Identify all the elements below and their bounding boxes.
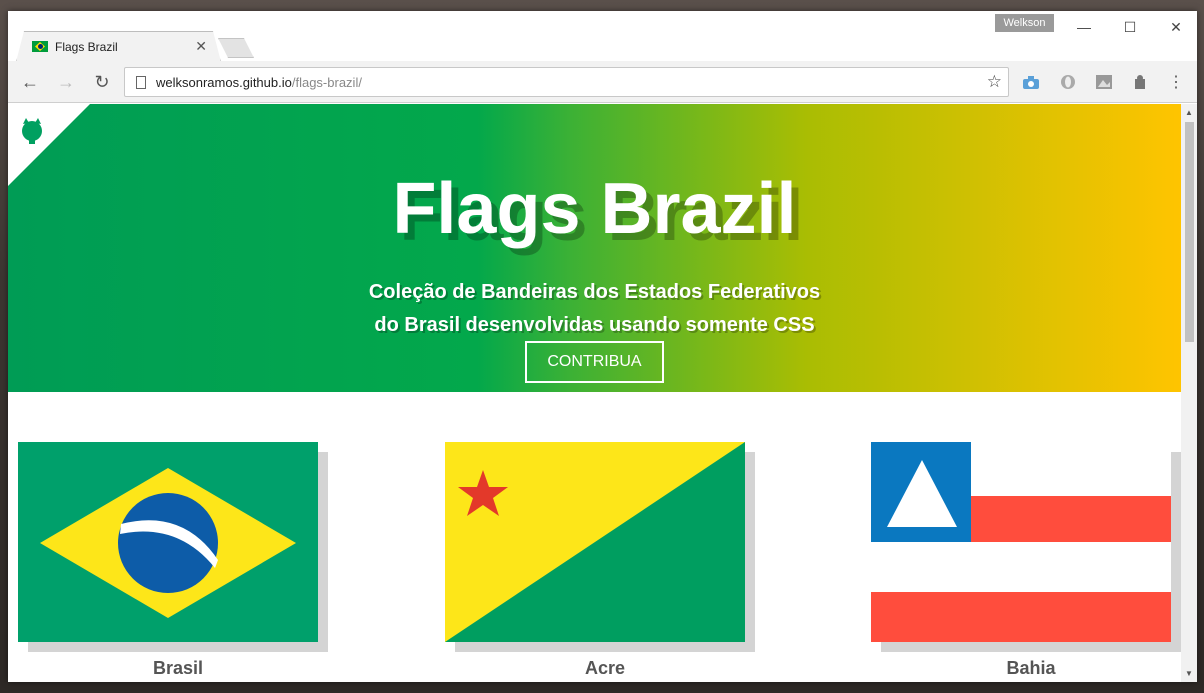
- flag-label-acre: Acre: [584, 658, 626, 678]
- tab-strip: Welkson — ☐ ✕ Flags Brazil ✕: [8, 11, 1197, 61]
- reload-icon[interactable]: ↻: [90, 70, 114, 94]
- subtitle-line-2: do Brasil desenvolvidas usando somente C…: [374, 314, 815, 336]
- toolbar: ← → ↻ welksonramos.github.io /flags-braz…: [8, 61, 1197, 103]
- close-tab-icon[interactable]: ✕: [195, 38, 207, 55]
- browser-window: Welkson — ☐ ✕ Flags Brazil ✕ ← → ↻ welks…: [8, 11, 1197, 682]
- opera-icon[interactable]: [1058, 72, 1078, 92]
- scroll-down-icon[interactable]: ▼: [1185, 669, 1193, 678]
- puzzle-icon[interactable]: [1130, 72, 1150, 92]
- flag-label-bahia: Bahia: [1006, 658, 1056, 678]
- page-subtitle: Coleção de Bandeiras dos Estados Federat…: [308, 276, 881, 342]
- acre-flag: [445, 442, 745, 642]
- github-icon: [22, 118, 42, 144]
- forward-icon[interactable]: →: [54, 70, 78, 94]
- page-icon: [136, 75, 146, 89]
- minimize-button[interactable]: —: [1061, 16, 1107, 38]
- image-icon[interactable]: [1094, 72, 1114, 92]
- vertical-scrollbar[interactable]: ▲ ▼: [1181, 104, 1197, 682]
- url-host: welksonramos.github.io: [156, 74, 292, 90]
- menu-icon[interactable]: ⋮: [1166, 72, 1186, 92]
- profile-badge[interactable]: Welkson: [995, 14, 1054, 32]
- maximize-button[interactable]: ☐: [1107, 16, 1153, 38]
- star-icon[interactable]: ☆: [987, 72, 1002, 92]
- scroll-thumb[interactable]: [1185, 122, 1194, 342]
- camera-icon[interactable]: [1021, 72, 1041, 92]
- flag-label-brasil: Brasil: [152, 658, 204, 678]
- subtitle-line-1: Coleção de Bandeiras dos Estados Federat…: [368, 281, 821, 303]
- hero-banner: Flags Brazil Coleção de Bandeiras dos Es…: [8, 104, 1181, 392]
- brazil-flag-icon: [32, 41, 48, 52]
- close-window-button[interactable]: ✕: [1153, 16, 1197, 38]
- scroll-up-icon[interactable]: ▲: [1185, 108, 1193, 117]
- tab-flags-brazil[interactable]: Flags Brazil ✕: [16, 31, 221, 62]
- page-title: Flags Brazil: [392, 169, 797, 249]
- new-tab-button[interactable]: [218, 38, 254, 58]
- contribute-button[interactable]: CONTRIBUA: [525, 341, 664, 383]
- url-path: /flags-brazil/: [291, 74, 362, 90]
- address-bar[interactable]: welksonramos.github.io /flags-brazil/ ☆: [124, 67, 1009, 97]
- bahia-flag: [871, 442, 1171, 642]
- brasil-flag: [18, 442, 318, 642]
- page-viewport: Flags Brazil Coleção de Bandeiras dos Es…: [8, 104, 1181, 682]
- back-icon[interactable]: ←: [18, 70, 42, 94]
- tab-title: Flags Brazil: [55, 39, 118, 54]
